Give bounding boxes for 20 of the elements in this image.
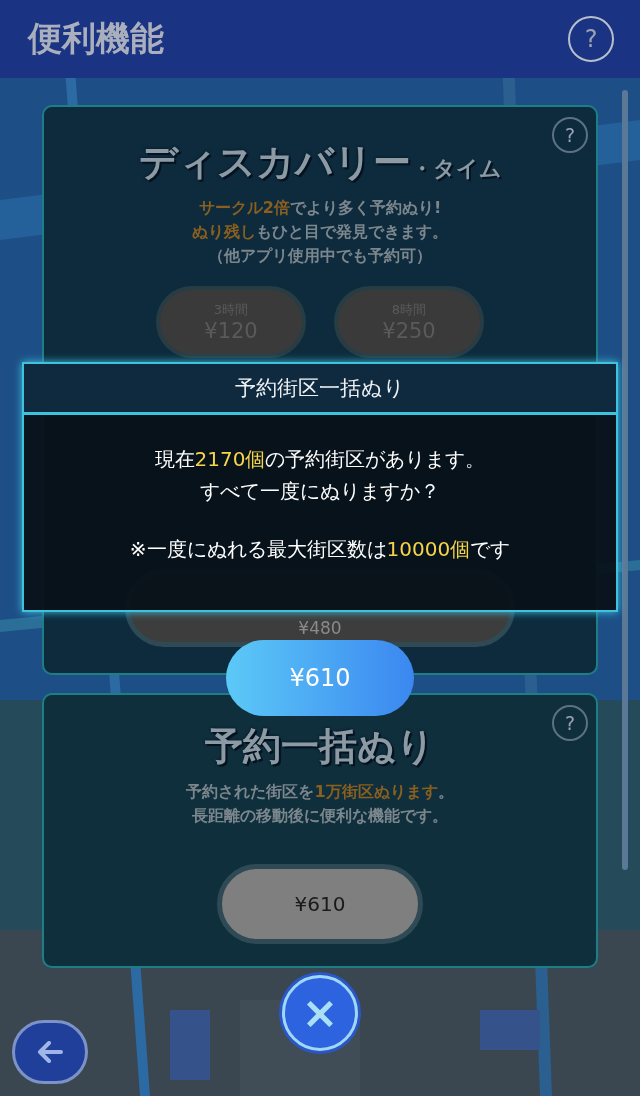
feature-title: ディスカバリー — [138, 139, 411, 186]
feature-title: 予約一括ぬり — [205, 723, 435, 770]
help-button[interactable]: ? — [568, 16, 614, 62]
dialog-note: ※一度にぬれる最大街区数は10000個です — [129, 536, 511, 563]
description-line: ぬり残しもひと目で発見できます。 — [192, 221, 448, 243]
description-line: 予約された街区を1万街区ぬります。 — [186, 781, 454, 803]
page-title: 便利機能 — [28, 17, 164, 60]
description-line: 長距離の移動後に便利な機能です。 — [192, 805, 448, 827]
scrollbar[interactable] — [622, 90, 628, 870]
confirm-button[interactable]: ¥610 — [226, 640, 414, 716]
description-line: （他アプリ使用中でも予約可） — [208, 245, 432, 267]
dialog-title: 予約街区一括ぬり — [235, 375, 405, 402]
description-line: サークル2倍でより多く予約ぬり! — [198, 197, 442, 219]
help-button[interactable]: ? — [552, 117, 588, 153]
dialog-message: 現在2170個の予約街区があります。 — [154, 446, 486, 473]
dialog-message: すべて一度にぬりますか？ — [200, 478, 440, 505]
back-arrow-icon — [37, 1041, 63, 1063]
price-button[interactable]: ¥610 — [217, 864, 423, 944]
help-button[interactable]: ? — [552, 705, 588, 741]
feature-title-suffix: ・タイム — [410, 155, 502, 183]
